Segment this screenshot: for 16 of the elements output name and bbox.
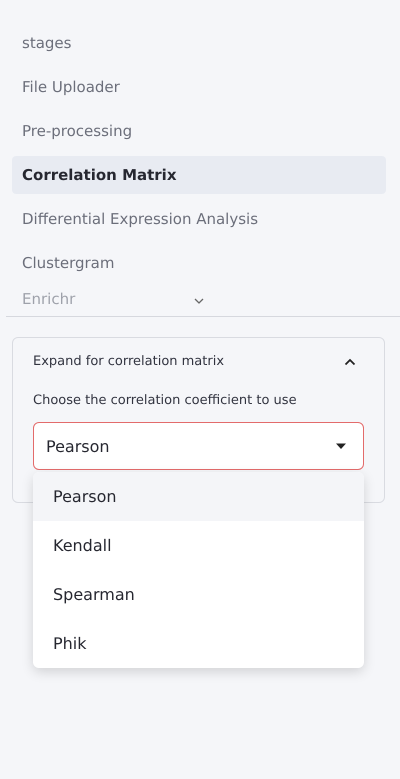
select-label: Choose the correlation coefficient to use — [33, 393, 298, 408]
dropdown-option[interactable]: Kendall — [33, 521, 364, 570]
chevron-down-icon[interactable] — [194, 298, 204, 304]
nav-item[interactable]: Clustergram — [12, 244, 386, 282]
nav-item[interactable]: Correlation Matrix — [12, 156, 386, 194]
expander-header[interactable]: Expand for correlation matrix — [33, 354, 364, 369]
caret-icon — [335, 442, 347, 450]
nav-item[interactable]: Pre-processing — [12, 112, 386, 150]
select-field[interactable]: Pearson — [33, 422, 364, 470]
nav-item[interactable]: Differential Expression Analysis — [12, 200, 386, 238]
nav-item[interactable]: File Uploader — [12, 68, 386, 106]
expander-title: Expand for correlation matrix — [33, 354, 224, 369]
nav-item[interactable]: stages — [12, 24, 386, 62]
dropdown-option[interactable]: Phik — [33, 619, 364, 668]
dropdown-option[interactable]: Pearson — [33, 472, 364, 521]
dropdown-option[interactable]: Spearman — [33, 570, 364, 619]
